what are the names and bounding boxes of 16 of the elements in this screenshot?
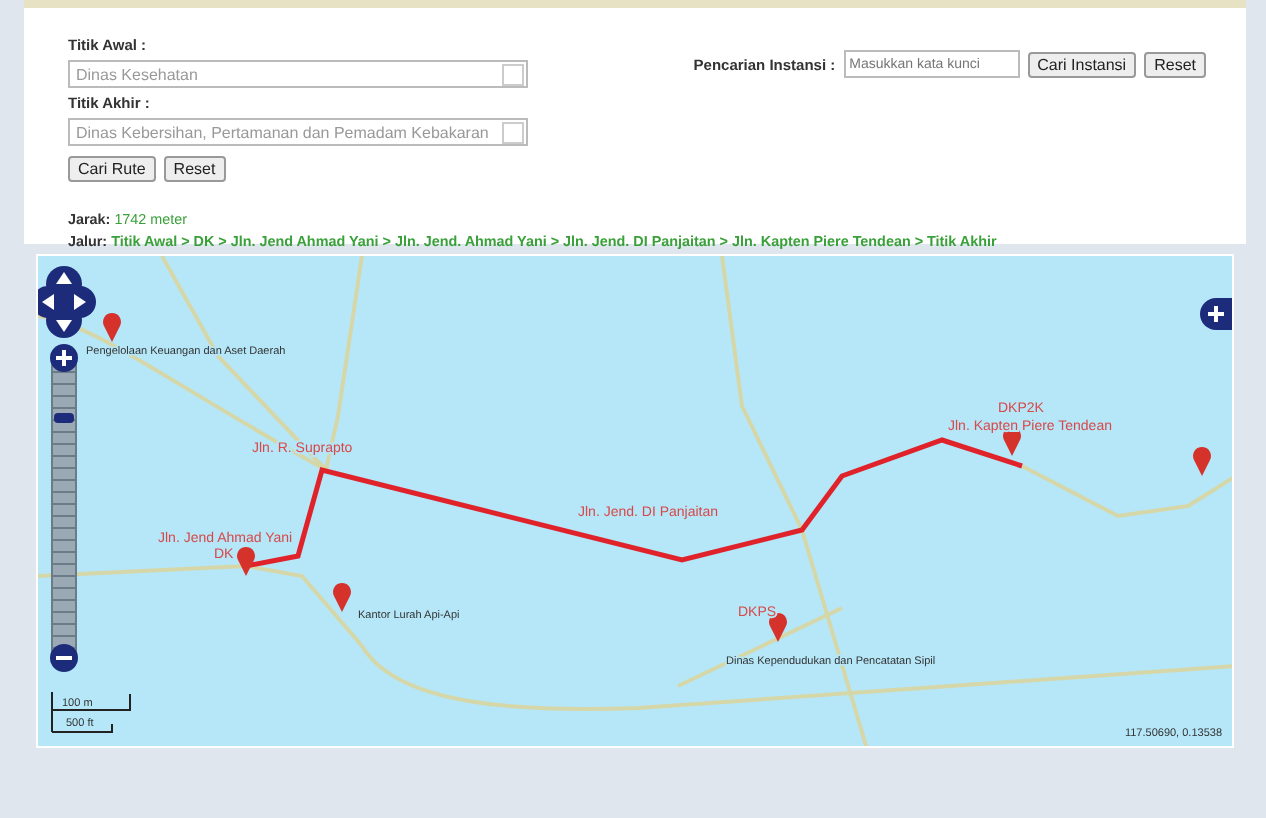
layer-switcher-icon[interactable] (1200, 298, 1232, 330)
marker-icon[interactable] (1193, 446, 1211, 476)
search-button[interactable]: Reset (1144, 51, 1206, 77)
dropdown-icon (502, 63, 524, 85)
form-button[interactable]: Reset (163, 156, 226, 182)
zoom-handle[interactable] (54, 413, 74, 423)
form-button[interactable]: Cari Rute (68, 156, 156, 182)
scale-bar (51, 691, 131, 733)
search-button[interactable]: Cari Instansi (1027, 51, 1137, 77)
pan-control-icon[interactable] (38, 266, 96, 338)
dropdown-icon (502, 121, 524, 143)
zoom-in-icon[interactable] (50, 344, 78, 372)
marker-icon[interactable] (103, 312, 121, 342)
marker-icon[interactable] (333, 582, 351, 612)
marker-icon[interactable] (237, 546, 255, 576)
zoom-out-icon[interactable] (50, 644, 78, 672)
